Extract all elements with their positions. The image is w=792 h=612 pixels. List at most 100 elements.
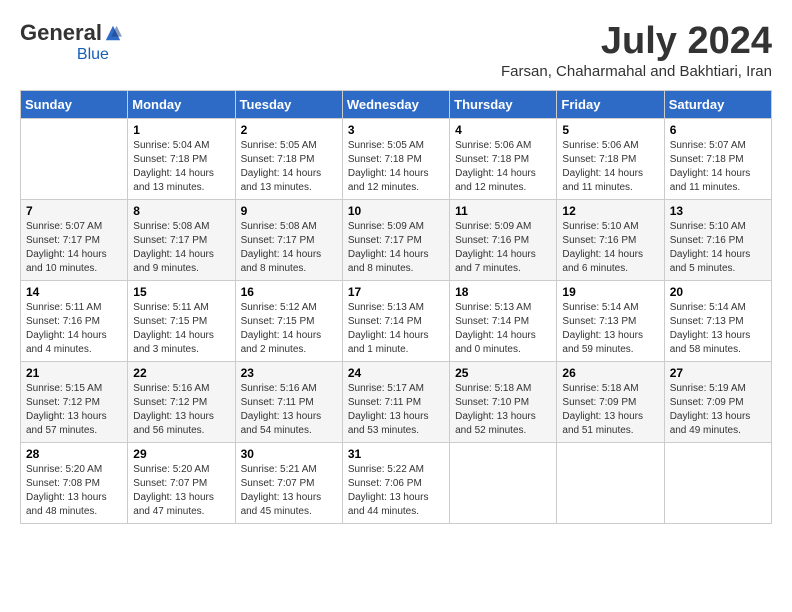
day-info: Sunrise: 5:13 AM Sunset: 7:14 PM Dayligh… xyxy=(348,301,444,357)
day-info: Sunrise: 5:17 AM Sunset: 7:11 PM Dayligh… xyxy=(348,382,444,438)
day-number: 2 xyxy=(241,123,337,137)
day-info: Sunrise: 5:15 AM Sunset: 7:12 PM Dayligh… xyxy=(26,382,122,438)
day-number: 17 xyxy=(348,285,444,299)
calendar-cell: 13Sunrise: 5:10 AM Sunset: 7:16 PM Dayli… xyxy=(664,200,771,281)
day-info: Sunrise: 5:06 AM Sunset: 7:18 PM Dayligh… xyxy=(562,139,658,195)
calendar-cell: 9 Sunrise: 5:08 AM Sunset: 7:17 PM Daylig… xyxy=(235,200,342,281)
header-tuesday: Tuesday xyxy=(235,91,342,119)
day-info: Sunrise: 5:11 AM Sunset: 7:16 PM Dayligh… xyxy=(26,301,122,357)
day-info: Sunrise: 5:05 AM Sunset: 7:18 PM Dayligh… xyxy=(241,139,337,195)
day-number: 11 xyxy=(455,204,551,218)
calendar-cell: 3 Sunrise: 5:05 AM Sunset: 7:18 PM Daylig… xyxy=(342,119,449,200)
day-info: Sunrise: 5:07 AM Sunset: 7:18 PM Dayligh… xyxy=(670,139,766,195)
day-number: 6 xyxy=(670,123,766,137)
day-info: Sunrise: 5:14 AM Sunset: 7:13 PM Dayligh… xyxy=(562,301,658,357)
day-number: 4 xyxy=(455,123,551,137)
calendar-cell: 14 Sunrise: 5:11 AM Sunset: 7:16 PM Dayli… xyxy=(21,281,128,362)
week-row-3: 21 Sunrise: 5:15 AM Sunset: 7:12 PM Dayli… xyxy=(21,362,772,443)
logo-blue: Blue xyxy=(77,46,109,64)
day-number: 25 xyxy=(455,366,551,380)
day-info: Sunrise: 5:07 AM Sunset: 7:17 PM Dayligh… xyxy=(26,220,122,276)
calendar-cell: 12Sunrise: 5:10 AM Sunset: 7:16 PM Dayli… xyxy=(557,200,664,281)
header-thursday: Thursday xyxy=(450,91,557,119)
day-number: 21 xyxy=(26,366,122,380)
calendar-cell: 18 Sunrise: 5:13 AM Sunset: 7:14 PM Dayli… xyxy=(450,281,557,362)
calendar-cell: 6 Sunrise: 5:07 AM Sunset: 7:18 PM Daylig… xyxy=(664,119,771,200)
day-number: 18 xyxy=(455,285,551,299)
logo-general: General xyxy=(20,20,102,46)
header-wednesday: Wednesday xyxy=(342,91,449,119)
day-number: 24 xyxy=(348,366,444,380)
week-row-1: 7 Sunrise: 5:07 AM Sunset: 7:17 PM Daylig… xyxy=(21,200,772,281)
calendar-cell: 8 Sunrise: 5:08 AM Sunset: 7:17 PM Daylig… xyxy=(128,200,235,281)
subtitle: Farsan, Chaharmahal and Bakhtiari, Iran xyxy=(501,63,772,80)
day-number: 7 xyxy=(26,204,122,218)
calendar-cell xyxy=(557,443,664,524)
day-number: 26 xyxy=(562,366,658,380)
day-number: 8 xyxy=(133,204,229,218)
day-number: 30 xyxy=(241,447,337,461)
day-number: 31 xyxy=(348,447,444,461)
calendar-cell xyxy=(21,119,128,200)
calendar-cell: 28 Sunrise: 5:20 AM Sunset: 7:08 PM Dayli… xyxy=(21,443,128,524)
day-number: 20 xyxy=(670,285,766,299)
day-info: Sunrise: 5:08 AM Sunset: 7:17 PM Dayligh… xyxy=(241,220,337,276)
calendar-cell: 2 Sunrise: 5:05 AM Sunset: 7:18 PM Daylig… xyxy=(235,119,342,200)
logo-icon xyxy=(104,24,122,42)
calendar-cell: 24 Sunrise: 5:17 AM Sunset: 7:11 PM Dayli… xyxy=(342,362,449,443)
day-info: Sunrise: 5:05 AM Sunset: 7:18 PM Dayligh… xyxy=(348,139,444,195)
calendar-cell: 4 Sunrise: 5:06 AM Sunset: 7:18 PM Daylig… xyxy=(450,119,557,200)
calendar-table: SundayMondayTuesdayWednesdayThursdayFrid… xyxy=(20,90,772,524)
day-number: 15 xyxy=(133,285,229,299)
day-number: 19 xyxy=(562,285,658,299)
calendar-cell: 25Sunrise: 5:18 AM Sunset: 7:10 PM Dayli… xyxy=(450,362,557,443)
day-number: 29 xyxy=(133,447,229,461)
calendar-cell: 23 Sunrise: 5:16 AM Sunset: 7:11 PM Dayli… xyxy=(235,362,342,443)
day-number: 9 xyxy=(241,204,337,218)
calendar-cell xyxy=(664,443,771,524)
day-info: Sunrise: 5:16 AM Sunset: 7:11 PM Dayligh… xyxy=(241,382,337,438)
calendar-cell: 7 Sunrise: 5:07 AM Sunset: 7:17 PM Daylig… xyxy=(21,200,128,281)
calendar-cell xyxy=(450,443,557,524)
day-number: 3 xyxy=(348,123,444,137)
day-info: Sunrise: 5:11 AM Sunset: 7:15 PM Dayligh… xyxy=(133,301,229,357)
calendar-cell: 10 Sunrise: 5:09 AM Sunset: 7:17 PM Dayli… xyxy=(342,200,449,281)
logo: General General Blue xyxy=(20,20,122,64)
day-number: 16 xyxy=(241,285,337,299)
day-info: Sunrise: 5:18 AM Sunset: 7:09 PM Dayligh… xyxy=(562,382,658,438)
calendar-cell: 27Sunrise: 5:19 AM Sunset: 7:09 PM Dayli… xyxy=(664,362,771,443)
day-number: 14 xyxy=(26,285,122,299)
day-number: 13 xyxy=(670,204,766,218)
header-friday: Friday xyxy=(557,91,664,119)
day-info: Sunrise: 5:08 AM Sunset: 7:17 PM Dayligh… xyxy=(133,220,229,276)
calendar-cell: 26 Sunrise: 5:18 AM Sunset: 7:09 PM Dayli… xyxy=(557,362,664,443)
day-info: Sunrise: 5:12 AM Sunset: 7:15 PM Dayligh… xyxy=(241,301,337,357)
day-info: Sunrise: 5:20 AM Sunset: 7:08 PM Dayligh… xyxy=(26,463,122,519)
calendar-cell: 16 Sunrise: 5:12 AM Sunset: 7:15 PM Dayli… xyxy=(235,281,342,362)
day-number: 10 xyxy=(348,204,444,218)
day-info: Sunrise: 5:13 AM Sunset: 7:14 PM Dayligh… xyxy=(455,301,551,357)
day-number: 23 xyxy=(241,366,337,380)
title-block: July 2024 Farsan, Chaharmahal and Bakhti… xyxy=(501,20,772,80)
day-number: 28 xyxy=(26,447,122,461)
day-info: Sunrise: 5:22 AM Sunset: 7:06 PM Dayligh… xyxy=(348,463,444,519)
day-number: 1 xyxy=(133,123,229,137)
header-sunday: Sunday xyxy=(21,91,128,119)
calendar-cell: 11 Sunrise: 5:09 AM Sunset: 7:16 PM Dayli… xyxy=(450,200,557,281)
week-row-2: 14 Sunrise: 5:11 AM Sunset: 7:16 PM Dayli… xyxy=(21,281,772,362)
day-info: Sunrise: 5:14 AM Sunset: 7:13 PM Dayligh… xyxy=(670,301,766,357)
calendar-cell: 21 Sunrise: 5:15 AM Sunset: 7:12 PM Dayli… xyxy=(21,362,128,443)
day-info: Sunrise: 5:20 AM Sunset: 7:07 PM Dayligh… xyxy=(133,463,229,519)
page-header: General General Blue July 2024 Farsan, C… xyxy=(20,20,772,80)
header-saturday: Saturday xyxy=(664,91,771,119)
week-row-0: 1 Sunrise: 5:04 AM Sunset: 7:18 PM Daylig… xyxy=(21,119,772,200)
day-info: Sunrise: 5:09 AM Sunset: 7:17 PM Dayligh… xyxy=(348,220,444,276)
calendar-cell: 15 Sunrise: 5:11 AM Sunset: 7:15 PM Dayli… xyxy=(128,281,235,362)
day-info: Sunrise: 5:06 AM Sunset: 7:18 PM Dayligh… xyxy=(455,139,551,195)
day-info: Sunrise: 5:09 AM Sunset: 7:16 PM Dayligh… xyxy=(455,220,551,276)
calendar-cell: 19 Sunrise: 5:14 AM Sunset: 7:13 PM Dayli… xyxy=(557,281,664,362)
header-monday: Monday xyxy=(128,91,235,119)
day-number: 12 xyxy=(562,204,658,218)
calendar-cell: 31 Sunrise: 5:22 AM Sunset: 7:06 PM Dayli… xyxy=(342,443,449,524)
day-info: Sunrise: 5:04 AM Sunset: 7:18 PM Dayligh… xyxy=(133,139,229,195)
